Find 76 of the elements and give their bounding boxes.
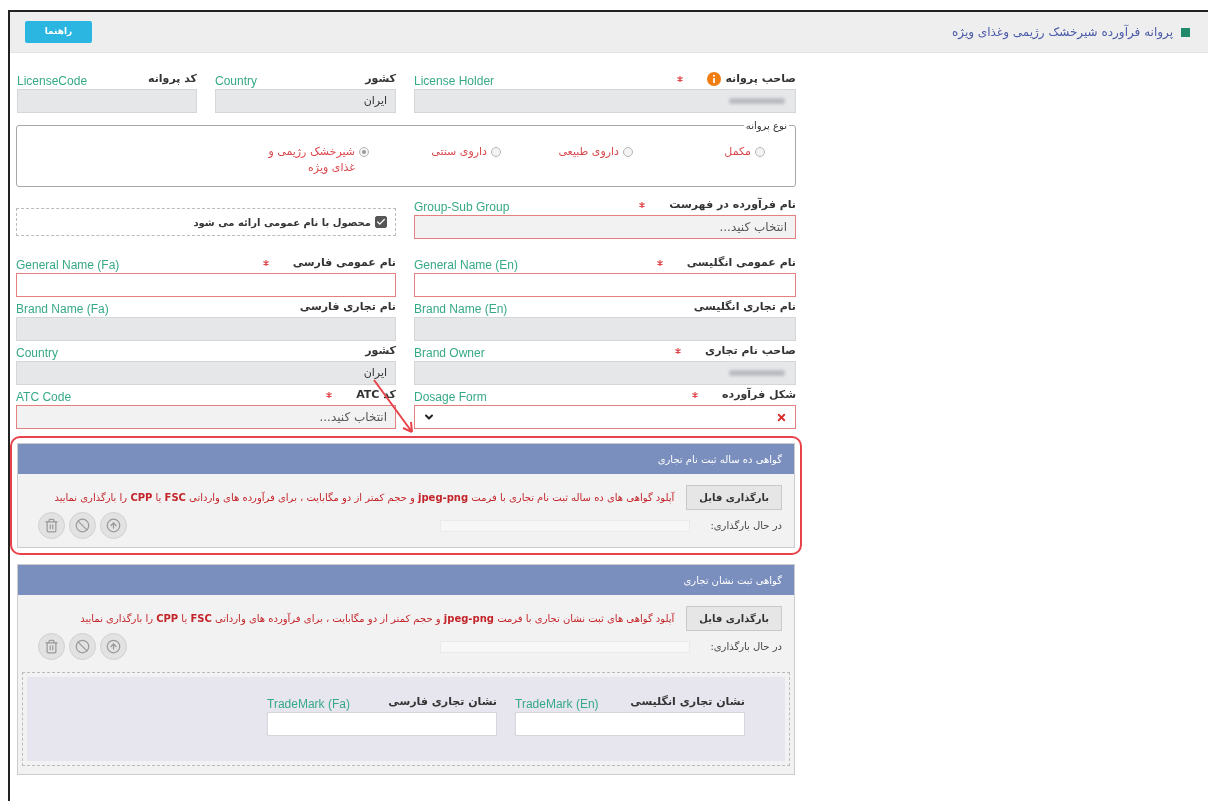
upload-button[interactable]: بارگذاری فایل [686, 606, 782, 631]
required-icon [656, 259, 663, 266]
english-label: TradeMark (Fa) [267, 698, 350, 710]
english-label: Group-Sub Group [414, 201, 510, 213]
progress-label: در حال بارگذاری: [709, 640, 782, 654]
field-label: نشان تجاری فارسی [388, 693, 497, 710]
radio-button[interactable] [755, 147, 765, 157]
english-label: TradeMark (En) [515, 698, 599, 710]
checkbox-label: محصول با نام عمومی ارائه می شود [193, 215, 371, 230]
trash-icon [44, 639, 59, 654]
radio-label: داروی طبیعی [557, 144, 619, 160]
input-field[interactable] [414, 273, 796, 297]
radio-button[interactable] [359, 147, 369, 157]
input-field[interactable] [515, 712, 745, 736]
cancel-icon [75, 518, 90, 533]
checkbox[interactable] [375, 216, 387, 228]
field-label: کشور [365, 70, 396, 87]
cancel-icon [75, 639, 90, 654]
field-label: کد پروانه [148, 70, 197, 87]
select-field[interactable]: انتخاب کنید... [16, 405, 396, 429]
english-label: ATC Code [16, 391, 72, 403]
field-label: نام تجاری انگلیسی [693, 298, 796, 315]
cancel-button[interactable] [69, 633, 96, 660]
select-field[interactable] [414, 405, 796, 429]
input-field[interactable] [16, 273, 396, 297]
panel-title: گواهی ثبت نشان تجاری [683, 573, 782, 588]
english-label: General Name (Fa) [16, 259, 120, 271]
field-label: صاحب نام تجاری [705, 342, 796, 359]
required-icon [326, 391, 333, 398]
english-label: Country [16, 347, 59, 359]
required-icon [692, 391, 698, 398]
english-label: License Holder [414, 75, 495, 87]
required-icon [675, 347, 682, 354]
field-label: نام عمومی انگلیسی [686, 254, 796, 271]
radio-label: مکمل [723, 144, 751, 160]
english-label: Brand Name (Fa) [16, 303, 109, 315]
page-title: پروانه فرآورده شیرخشک رژیمی وغذای ویژه [952, 23, 1173, 41]
progress-label: در حال بارگذاری: [709, 519, 782, 533]
select-field[interactable]: انتخاب کنید... [414, 215, 796, 239]
upload-button[interactable] [100, 633, 127, 660]
field-label: شکل فرآورده [722, 386, 796, 403]
cancel-button[interactable] [69, 512, 96, 539]
blurred-text-icon [727, 367, 787, 379]
delete-button[interactable] [38, 633, 65, 660]
input-field[interactable] [267, 712, 497, 736]
field-label: کشور [365, 342, 396, 359]
english-label: Country [215, 75, 258, 87]
upload-icon [106, 639, 121, 654]
field-label: صاحب پروانه [725, 70, 796, 87]
radio-label: داروی سنتی [430, 144, 487, 160]
required-icon [262, 259, 269, 266]
english-label: Brand Name (En) [414, 303, 508, 315]
fieldset-legend: نوع پروانه [743, 118, 789, 133]
field-label: نشان تجاری انگلیسی [630, 693, 745, 710]
trash-icon [44, 518, 59, 533]
english-label: Brand Owner [414, 347, 485, 359]
english-label: Dosage Form [414, 391, 487, 403]
blurred-text-icon [727, 95, 787, 107]
clear-icon[interactable] [776, 411, 787, 423]
required-icon [639, 201, 646, 208]
panel-title: گواهی ده ساله ثبت نام تجاری [657, 452, 782, 467]
english-label: General Name (En) [414, 259, 519, 271]
english-label: LicenseCode [17, 75, 88, 87]
radio-button[interactable] [623, 147, 633, 157]
field-label: نام فرآورده در فهرست [669, 196, 796, 213]
upload-icon [106, 518, 121, 533]
page-icon [1181, 27, 1190, 37]
upload-button[interactable] [100, 512, 127, 539]
info-icon [707, 71, 722, 86]
radio-button[interactable] [491, 147, 501, 157]
field-label: نام عمومی فارسی [292, 254, 396, 271]
required-icon [677, 75, 684, 82]
delete-button[interactable] [38, 512, 65, 539]
upload-button[interactable]: بارگذاری فایل [686, 485, 782, 510]
field-label: نام تجاری فارسی [299, 298, 396, 315]
radio-label: شیرخشک رژیمی و غذای ویژه [267, 144, 355, 176]
